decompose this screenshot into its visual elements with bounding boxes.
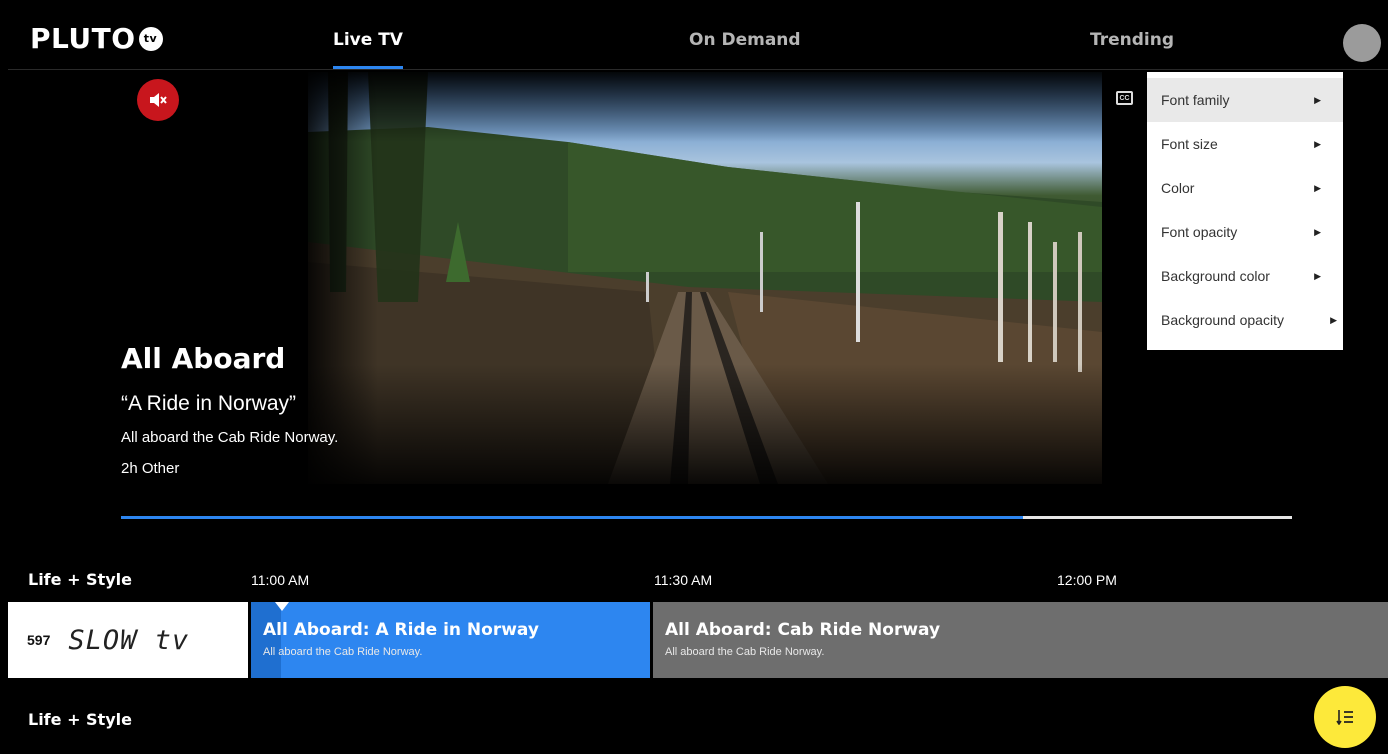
chevron-right-icon: ▶ [1314,226,1321,237]
top-nav-bar: PLUTO tv Live TV On Demand Trending [8,8,1388,70]
program-description: All aboard the Cab Ride Norway. [263,646,423,658]
menu-item-background-color[interactable]: Background color ▶ [1147,254,1343,298]
channel-cell-slow-tv[interactable]: 597 SLOW tv [8,602,248,678]
channel-logo: SLOW tv [68,624,190,656]
show-title: All Aboard [121,342,286,375]
tab-on-demand[interactable]: On Demand [689,30,801,50]
channel-number: 597 [27,632,51,648]
chevron-right-icon: ▶ [1314,270,1321,281]
menu-item-font-family[interactable]: Font family ▶ [1147,78,1343,122]
guide-category-heading: Life + Style [28,710,132,729]
chevron-right-icon: ▶ [1314,138,1321,149]
chevron-right-icon: ▶ [1314,182,1321,193]
active-tab-indicator [333,66,403,69]
user-avatar[interactable] [1343,24,1381,62]
guide-category-heading: Life + Style [28,570,132,589]
current-time-marker [275,602,289,611]
tab-live-tv[interactable]: Live TV [333,30,403,50]
episode-description: All aboard the Cab Ride Norway. [121,429,339,446]
episode-meta: 2h Other [121,460,180,477]
time-slot-label: 12:00 PM [1057,572,1117,588]
program-title: All Aboard: Cab Ride Norway [665,620,941,640]
program-description: All aboard the Cab Ride Norway. [665,646,825,658]
progress-fill [121,516,1023,519]
pluto-tv-logo[interactable]: PLUTO tv [30,22,163,55]
video-player[interactable] [308,72,1102,484]
chevron-right-icon: ▶ [1330,314,1337,325]
program-cell-next[interactable]: All Aboard: Cab Ride Norway All aboard t… [653,602,1388,678]
menu-item-font-size[interactable]: Font size ▶ [1147,122,1343,166]
muted-speaker-icon[interactable] [137,79,179,121]
episode-title: “A Ride in Norway” [121,392,297,415]
logo-tv-badge: tv [138,26,163,51]
captions-settings-menu: Font family ▶ Font size ▶ Color ▶ Font o… [1147,72,1343,350]
time-slot-label: 11:00 AM [251,572,310,588]
closed-captions-icon[interactable]: CC [1116,91,1133,105]
sort-list-icon[interactable] [1314,686,1376,748]
time-slot-label: 11:30 AM [654,572,713,588]
chevron-right-icon: ▶ [1314,94,1321,105]
menu-item-color[interactable]: Color ▶ [1147,166,1343,210]
program-cell-current[interactable]: All Aboard: A Ride in Norway All aboard … [251,602,650,678]
menu-item-font-opacity[interactable]: Font opacity ▶ [1147,210,1343,254]
tab-trending[interactable]: Trending [1090,30,1174,50]
menu-item-background-opacity[interactable]: Background opacity ▶ [1147,298,1343,342]
guide-channel-row: 597 SLOW tv All Aboard: A Ride in Norway… [8,602,1388,678]
playback-progress-bar[interactable] [121,516,1292,519]
logo-text: PLUTO [30,22,136,55]
program-title: All Aboard: A Ride in Norway [263,620,539,640]
